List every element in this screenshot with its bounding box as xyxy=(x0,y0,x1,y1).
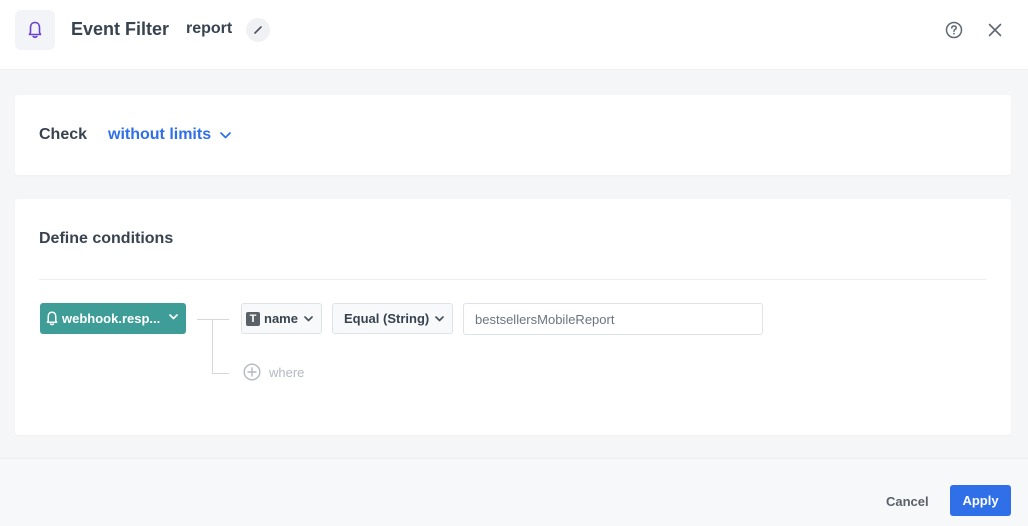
apply-button[interactable]: Apply xyxy=(950,485,1011,516)
bell-icon xyxy=(28,21,42,39)
help-button[interactable] xyxy=(944,20,964,40)
conditions-card: Define conditions webhook.resp... T name… xyxy=(15,199,1011,435)
tree-connector xyxy=(212,373,229,374)
chevron-down-icon xyxy=(304,316,313,322)
plus-circle-icon xyxy=(243,363,261,381)
close-icon xyxy=(988,23,1002,37)
tree-connector xyxy=(197,319,229,320)
chevron-down-icon xyxy=(169,314,178,320)
pencil-icon xyxy=(254,26,262,34)
where-label: where xyxy=(269,364,305,380)
chevron-down-icon xyxy=(220,131,231,138)
event-type-icon-box xyxy=(15,10,55,50)
bell-icon xyxy=(46,311,58,326)
check-label: Check xyxy=(39,126,88,143)
event-selector[interactable]: webhook.resp... xyxy=(40,303,186,334)
help-circle-icon xyxy=(945,21,963,39)
check-limit-dropdown[interactable]: without limits xyxy=(108,126,231,144)
text-type-icon: T xyxy=(246,311,260,326)
chevron-down-icon xyxy=(435,316,444,322)
close-button[interactable] xyxy=(985,20,1005,40)
check-limit-value: without limits xyxy=(108,126,212,143)
operator-select[interactable]: Equal (String) xyxy=(332,303,453,334)
operator-value: Equal (String) xyxy=(344,311,430,326)
divider xyxy=(39,279,986,280)
modal-footer: Cancel Apply xyxy=(0,458,1028,526)
modal-header: Event Filter report xyxy=(0,0,1028,70)
cancel-button[interactable]: Cancel xyxy=(874,485,941,517)
parameter-name: name xyxy=(264,311,298,326)
tree-connector xyxy=(212,319,213,374)
edit-name-button[interactable] xyxy=(246,18,270,42)
event-name: webhook.resp... xyxy=(62,311,161,326)
check-card: Check without limits xyxy=(15,95,1011,175)
report-name: report xyxy=(186,20,233,37)
modal-title: Event Filter xyxy=(71,19,170,39)
parameter-select[interactable]: T name xyxy=(241,303,322,334)
value-input[interactable] xyxy=(463,303,763,335)
add-where-button[interactable]: where xyxy=(243,363,304,381)
section-title: Define conditions xyxy=(39,230,174,247)
